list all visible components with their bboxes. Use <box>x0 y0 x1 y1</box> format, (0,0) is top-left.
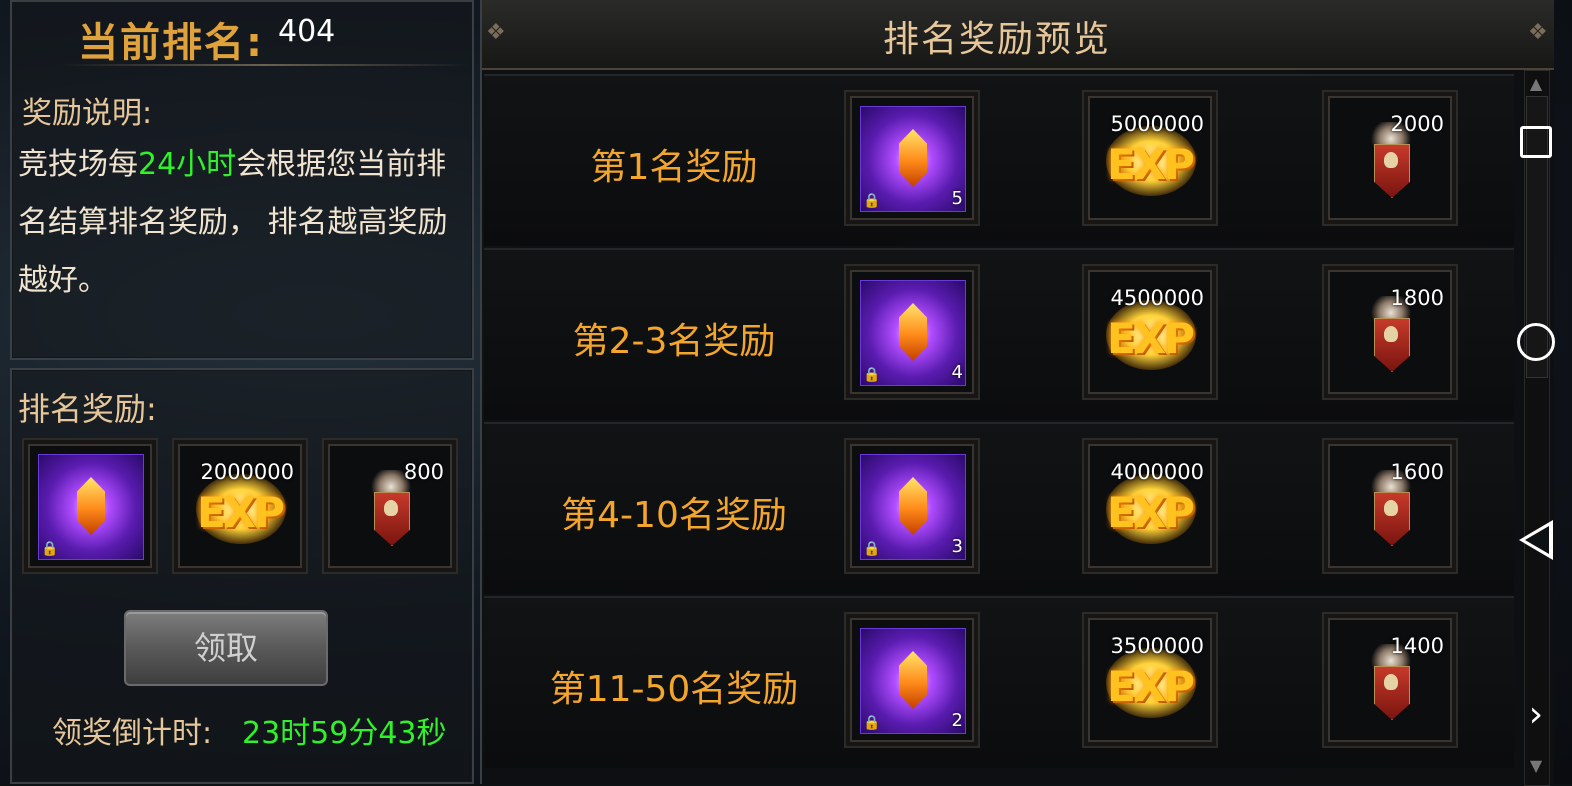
badge-container: 1800 <box>1338 280 1444 384</box>
badge-amount: 1400 <box>1390 634 1444 658</box>
badge-container: 1400 <box>1338 628 1444 732</box>
gem-icon <box>899 303 927 361</box>
reward-slot-badge[interactable]: 800 <box>322 438 458 574</box>
recent-apps-button[interactable] <box>1500 102 1572 182</box>
description-text-before: 竞技场每 <box>18 147 138 182</box>
exp-icon: EXP <box>1107 140 1195 189</box>
badge-skull <box>1384 326 1398 342</box>
gem-box: 🔒 4 <box>860 280 966 386</box>
exp-amount: 2000000 <box>200 460 294 484</box>
lock-icon: 🔒 <box>863 541 881 557</box>
gem-count: 2 <box>951 710 963 731</box>
gem-icon <box>77 477 105 535</box>
row-slot-gem[interactable]: 🔒 4 <box>844 264 980 400</box>
reward-row: 第11-50名奖励 🔒 2 EXP 3500000 1400 <box>484 596 1514 768</box>
current-rank-value: 404 <box>278 14 336 49</box>
row-slot-gem[interactable]: 🔒 3 <box>844 438 980 574</box>
gem-count: 5 <box>951 188 963 209</box>
back-triangle-icon <box>1519 520 1553 560</box>
gem-box: 🔒 <box>38 454 144 560</box>
reward-description-label: 奖励说明: <box>22 96 153 131</box>
reward-row: 第1名奖励 🔒 5 EXP 5000000 2000 <box>484 74 1514 246</box>
badge-skull <box>1384 500 1398 516</box>
reward-description-text: 竞技场每24小时会根据您当前排名结算排名奖励， 排名越高奖励越好。 <box>18 136 458 310</box>
exp-icon: EXP <box>1107 314 1195 363</box>
row-label: 第1名奖励 <box>590 147 758 188</box>
lock-icon: 🔒 <box>863 715 881 731</box>
row-slot-badge[interactable]: 2000 <box>1322 90 1458 226</box>
exp-amount: 4500000 <box>1110 286 1204 310</box>
row-slot-badge[interactable]: 1600 <box>1322 438 1458 574</box>
exp-icon: EXP <box>1107 488 1195 537</box>
gem-count: 3 <box>951 536 963 557</box>
gem-icon <box>899 651 927 709</box>
preview-title: 排名奖励预览 <box>882 19 1111 60</box>
countdown-label: 领奖倒计时: <box>52 716 213 751</box>
gem-box: 🔒 5 <box>860 106 966 212</box>
exp-container: EXP 4500000 <box>1098 280 1204 384</box>
lock-icon: 🔒 <box>863 193 881 209</box>
reward-slot-exp[interactable]: EXP 2000000 <box>172 438 308 574</box>
gem-icon <box>899 477 927 535</box>
divider <box>60 64 470 66</box>
description-highlight: 24小时 <box>138 147 237 182</box>
row-slot-exp[interactable]: EXP 5000000 <box>1082 90 1218 226</box>
chevron-right-icon: › <box>1528 693 1544 735</box>
circle-icon <box>1517 323 1555 361</box>
badge-amount: 2000 <box>1390 112 1444 136</box>
gem-icon <box>899 129 927 187</box>
reward-row: 第2-3名奖励 🔒 4 EXP 4500000 1800 <box>484 248 1514 420</box>
current-rank-label: 当前排名: <box>78 20 264 66</box>
countdown-value: 23时59分43秒 <box>242 716 447 751</box>
exp-amount: 3500000 <box>1110 634 1204 658</box>
exp-amount: 5000000 <box>1110 112 1204 136</box>
row-label: 第11-50名奖励 <box>549 669 799 710</box>
gem-count: 4 <box>951 362 963 383</box>
exp-container: EXP 2000000 <box>188 454 294 558</box>
back-button[interactable] <box>1500 500 1572 580</box>
gem-box: 🔒 3 <box>860 454 966 560</box>
badge-container: 2000 <box>1338 106 1444 210</box>
claim-button[interactable]: 领取 <box>124 610 328 686</box>
row-slot-badge[interactable]: 1400 <box>1322 612 1458 748</box>
row-slot-badge[interactable]: 1800 <box>1322 264 1458 400</box>
exp-container: EXP 3500000 <box>1098 628 1204 732</box>
exp-icon: EXP <box>197 488 285 537</box>
row-slot-exp[interactable]: EXP 4000000 <box>1082 438 1218 574</box>
reward-preview-panel: ❖ 排名奖励预览 ❖ 第1名奖励 🔒 5 EXP 5000000 2000 第2… <box>480 0 1554 784</box>
exp-container: EXP 5000000 <box>1098 106 1204 210</box>
home-button[interactable] <box>1500 302 1572 382</box>
badge-skull <box>384 500 398 516</box>
square-icon <box>1520 126 1552 158</box>
row-label: 第4-10名奖励 <box>561 495 787 536</box>
badge-container: 800 <box>338 454 444 558</box>
preview-header: ❖ 排名奖励预览 ❖ <box>482 0 1554 70</box>
exp-container: EXP 4000000 <box>1098 454 1204 558</box>
system-nav-bar: › <box>1500 0 1572 784</box>
row-slot-exp[interactable]: EXP 3500000 <box>1082 612 1218 748</box>
badge-skull <box>1384 674 1398 690</box>
row-slot-gem[interactable]: 🔒 2 <box>844 612 980 748</box>
exp-icon: EXP <box>1107 662 1195 711</box>
badge-amount: 800 <box>403 460 444 484</box>
expand-button[interactable]: › <box>1500 674 1572 754</box>
reward-slot-gem[interactable]: 🔒 <box>22 438 158 574</box>
row-label: 第2-3名奖励 <box>572 321 776 362</box>
reward-row: 第4-10名奖励 🔒 3 EXP 4000000 1600 <box>484 422 1514 594</box>
row-slot-gem[interactable]: 🔒 5 <box>844 90 980 226</box>
exp-amount: 4000000 <box>1110 460 1204 484</box>
row-slot-exp[interactable]: EXP 4500000 <box>1082 264 1218 400</box>
gem-box: 🔒 2 <box>860 628 966 734</box>
lock-icon: 🔒 <box>41 541 59 557</box>
badge-container: 1600 <box>1338 454 1444 558</box>
badge-skull <box>1384 152 1398 168</box>
rank-reward-label: 排名奖励: <box>18 390 157 428</box>
badge-amount: 1600 <box>1390 460 1444 484</box>
lock-icon: 🔒 <box>863 367 881 383</box>
badge-amount: 1800 <box>1390 286 1444 310</box>
